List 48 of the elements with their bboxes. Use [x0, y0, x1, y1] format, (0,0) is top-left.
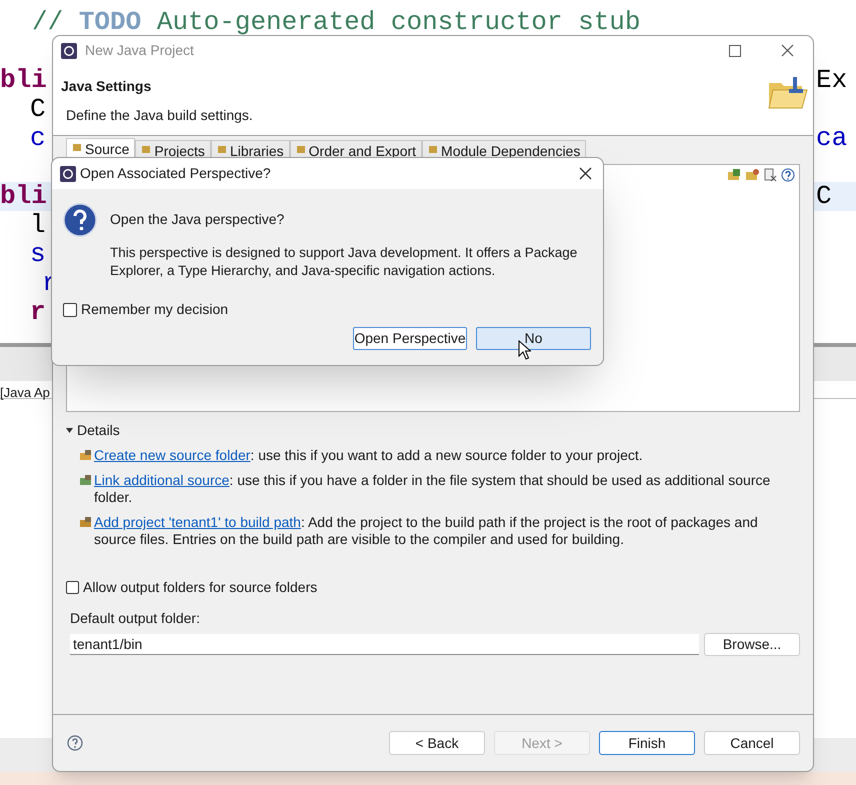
code-text: r — [30, 298, 46, 327]
question-text: Open the Java perspective? — [110, 210, 286, 229]
code-text: bli — [0, 66, 47, 95]
checkbox-label: Remember my decision — [81, 300, 228, 319]
code-text: bli — [0, 182, 47, 211]
checkbox[interactable] — [66, 581, 79, 594]
code-text: c — [30, 124, 46, 153]
page-description: Define the Java build settings. — [65, 106, 253, 125]
cancel-button[interactable]: Cancel — [704, 731, 800, 755]
code-text: s — [30, 240, 46, 269]
code-text: C — [30, 95, 46, 124]
browse-button[interactable]: Browse... — [704, 633, 800, 656]
output-folder-field[interactable]: tenant1/bin — [70, 634, 699, 655]
link[interactable]: Add project 'tenant1' to build path — [94, 514, 301, 530]
eclipse-icon — [61, 42, 77, 58]
close-icon[interactable] — [781, 44, 794, 57]
code-text: // TODO Auto-generated constructor stub — [32, 8, 641, 37]
help-icon[interactable] — [67, 735, 83, 751]
checkbox[interactable] — [63, 302, 77, 316]
detail-text: Link additional source: use this if you have a folder in the file system that should be used as additional source folder. — [94, 472, 772, 506]
maximize-icon[interactable] — [729, 44, 741, 56]
question-icon — [63, 203, 97, 237]
detail-text: Create new source folder: use this if you want to add a new source folder to your project. — [94, 447, 643, 464]
code-text: C — [816, 182, 832, 211]
remove-icon[interactable] — [763, 168, 777, 182]
code-text: ca — [816, 124, 848, 153]
help-icon[interactable] — [781, 168, 795, 182]
back-button[interactable]: < Back — [389, 731, 485, 755]
add-folder-icon[interactable] — [727, 168, 741, 182]
detail-text: Add project 'tenant1' to build path: Add the project to the build path if the project is the root of packages and source files. Entries on the build path are visible to the compiler and used for building. — [94, 514, 759, 548]
close-icon[interactable] — [579, 167, 592, 180]
link-folder-icon[interactable] — [745, 168, 759, 182]
console-tab[interactable]: [Java Ap — [0, 385, 50, 400]
code-text: Ex — [816, 66, 848, 95]
checkbox-label: Allow output folders for source folders — [83, 578, 318, 597]
field-label: Default output folder: — [69, 609, 201, 628]
details-toggle[interactable]: Details — [66, 420, 800, 441]
finish-button[interactable]: Finish — [599, 731, 695, 755]
message-text: This perspective is designed to support Java development. It offers a Package Explorer, a Type Hierarchy, and Java-specific navigation actions. — [110, 244, 578, 280]
link[interactable]: Create new source folder — [94, 447, 250, 463]
open-perspective-button[interactable]: Open Perspective — [353, 327, 467, 350]
dialog-title: Open Associated Perspective? — [80, 164, 271, 183]
eclipse-icon — [60, 166, 76, 182]
code-text: l — [30, 211, 46, 240]
window-title: New Java Project — [85, 41, 194, 60]
no-button[interactable]: No — [476, 327, 591, 350]
page-title: Java Settings — [61, 77, 152, 96]
link[interactable]: Link additional source — [94, 472, 230, 488]
